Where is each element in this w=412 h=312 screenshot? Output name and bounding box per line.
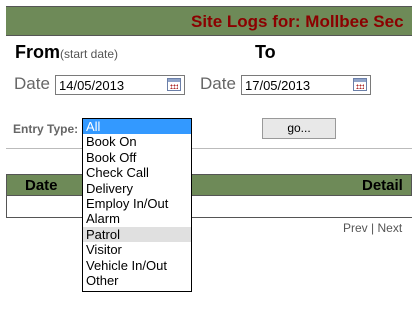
to-date-input[interactable]	[241, 75, 371, 95]
entry-type-dropdown[interactable]: All Book On Book Off Check Call Delivery…	[82, 118, 192, 292]
dropdown-option-employ-in-out[interactable]: Employ In/Out	[83, 196, 191, 211]
dropdown-option-check-call[interactable]: Check Call	[83, 165, 191, 180]
dropdown-option-book-off[interactable]: Book Off	[83, 150, 191, 165]
dropdown-option-alarm[interactable]: Alarm	[83, 211, 191, 226]
column-header-date: Date	[25, 177, 58, 194]
to-label: To	[255, 42, 276, 62]
from-heading: From(start date)	[15, 42, 118, 63]
from-label: From	[15, 42, 60, 62]
entry-type-label: Entry Type:	[13, 122, 79, 136]
title-bar: Site Logs for: Mollbee Sec	[6, 6, 412, 36]
calendar-icon[interactable]	[353, 78, 367, 91]
dropdown-option-patrol[interactable]: Patrol	[83, 226, 191, 243]
next-link[interactable]: Next	[378, 221, 403, 235]
dropdown-option-all[interactable]: All	[83, 119, 191, 135]
dropdown-option-delivery[interactable]: Delivery	[83, 181, 191, 196]
to-date-label: Date	[200, 74, 236, 93]
from-sublabel: (start date)	[60, 47, 119, 61]
pager-separator: |	[371, 221, 375, 235]
dropdown-option-other[interactable]: Other	[83, 273, 191, 288]
prev-link[interactable]: Prev	[343, 221, 368, 235]
dropdown-option-book-on[interactable]: Book On	[83, 134, 191, 149]
dropdown-option-vehicle-in-out[interactable]: Vehicle In/Out	[83, 258, 191, 273]
from-date-label: Date	[14, 74, 50, 93]
table-body	[6, 196, 412, 218]
table-header: Date Detail	[6, 174, 412, 196]
column-header-detail: Detail	[362, 177, 403, 194]
go-button[interactable]: go...	[262, 118, 336, 139]
divider	[6, 148, 412, 149]
pager: Prev | Next	[343, 221, 402, 235]
dropdown-option-visitor[interactable]: Visitor	[83, 242, 191, 257]
calendar-icon[interactable]	[167, 78, 181, 91]
page-title: Site Logs for: Mollbee Sec	[191, 12, 404, 31]
from-date-input[interactable]	[55, 75, 185, 95]
